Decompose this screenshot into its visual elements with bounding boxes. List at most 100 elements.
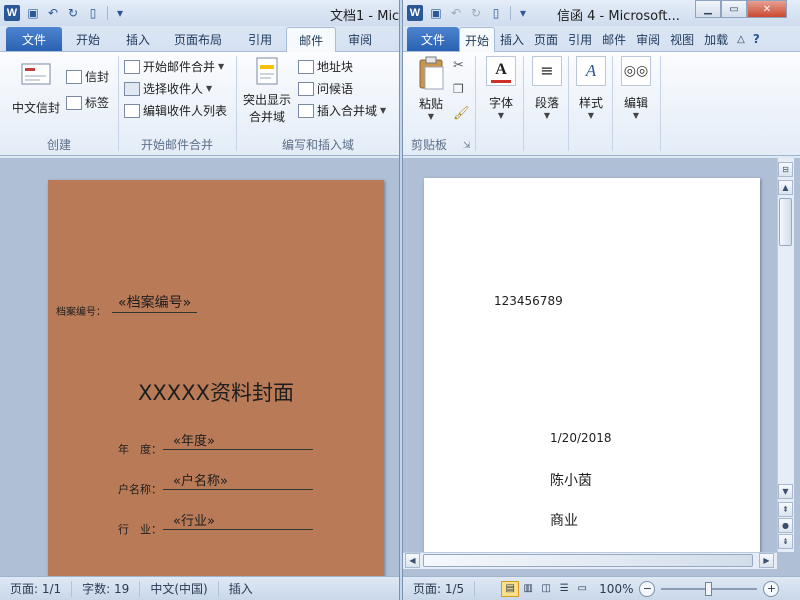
account-name-merge-field[interactable]: «户名称»	[163, 470, 313, 490]
new-doc-icon[interactable]: ▯	[487, 4, 505, 22]
customize-qat-icon[interactable]: ▾	[514, 4, 532, 22]
insert-mode-indicator[interactable]: 插入	[219, 581, 263, 597]
maximize-icon[interactable]: ▭	[721, 0, 747, 18]
right-word-window: W ▣ ↶ ↻ ▯ ▾ 信函 4 - Microsoft... ▁ ▭ ✕ 文件…	[402, 0, 800, 600]
copy-icon[interactable]: ❐	[453, 82, 464, 96]
word-logo-icon[interactable]: W	[407, 5, 423, 21]
cover-page[interactable]: 档案编号： «档案编号» XXXXX资料封面 年 度： «年度» 户名称： «户…	[48, 180, 384, 576]
tab-insert[interactable]: 插入	[114, 27, 162, 51]
tab-addins[interactable]: 加载	[699, 27, 733, 51]
minimize-icon[interactable]: ▁	[695, 0, 721, 18]
editing-button[interactable]: ◎◎ 编辑 ▼	[613, 56, 659, 120]
dialog-launcher-icon[interactable]: ⇲	[463, 141, 471, 151]
year-label: 年 度：	[118, 443, 162, 456]
font-button[interactable]: A 字体 ▼	[479, 56, 523, 120]
tab-insert[interactable]: 插入	[495, 27, 529, 51]
paste-button[interactable]: 粘贴 ▼	[411, 56, 451, 121]
divider	[660, 56, 661, 151]
outline-icon[interactable]: ☰	[555, 581, 573, 597]
divider	[107, 6, 108, 20]
tab-home[interactable]: 开始	[459, 27, 496, 52]
full-screen-reading-icon[interactable]: ▥	[519, 581, 537, 597]
select-recipients-button[interactable]: 选择收件人 ▼	[124, 80, 212, 97]
draft-icon[interactable]: ▭	[573, 581, 591, 597]
ribbon-tabs: 文件 开始 插入 页面 引用 邮件 审阅 视图 加载 △ ?	[403, 26, 800, 52]
tab-review[interactable]: 审阅	[631, 27, 665, 51]
new-doc-icon[interactable]: ▯	[84, 4, 102, 22]
zoom-out-icon[interactable]: −	[639, 580, 656, 597]
file-no-merge-field[interactable]: «档案编号»	[112, 292, 197, 313]
page-count[interactable]: 页面: 1/5	[403, 580, 476, 597]
document-area[interactable]: 123456789 1/20/2018 陈小茵 商业 ⊟ ▲ ▼ ⇞ ● ⇟ ◀…	[403, 158, 800, 576]
envelope-button[interactable]: 信封	[66, 68, 109, 85]
tab-page-layout[interactable]: 页面布局	[162, 27, 234, 51]
undo-icon[interactable]: ↶	[44, 4, 62, 22]
save-icon[interactable]: ▣	[24, 4, 42, 22]
tab-references[interactable]: 引用	[234, 27, 286, 51]
previous-page-icon[interactable]: ⇞	[778, 502, 793, 517]
greeting-line-button[interactable]: 问候语	[298, 80, 353, 97]
save-icon[interactable]: ▣	[427, 4, 445, 22]
zoom-level[interactable]: 100%	[599, 582, 633, 596]
ribbon-collapse-icon[interactable]: △	[733, 27, 749, 51]
h-scroll-thumb[interactable]	[423, 554, 753, 567]
tab-mailings[interactable]: 邮件	[286, 27, 337, 52]
zoom-slider-thumb[interactable]	[705, 581, 713, 596]
tab-mailings[interactable]: 邮件	[597, 27, 631, 51]
year-merge-field[interactable]: «年度»	[163, 430, 313, 450]
document-area[interactable]: 档案编号： «档案编号» XXXXX资料封面 年 度： «年度» 户名称： «户…	[0, 158, 399, 576]
language-indicator[interactable]: 中文(中国)	[140, 580, 219, 597]
group-label-create: 创建	[46, 138, 71, 152]
zoom-in-icon[interactable]: +	[763, 580, 780, 597]
redo-icon[interactable]: ↻	[64, 4, 82, 22]
industry-merge-field[interactable]: «行业»	[163, 510, 313, 530]
next-page-icon[interactable]: ⇟	[778, 534, 793, 549]
scroll-up-icon[interactable]: ▲	[778, 180, 793, 195]
insert-field-label: 插入合并域	[317, 104, 378, 118]
horizontal-scrollbar[interactable]: ◀ ▶	[403, 552, 777, 569]
account-name-value: 陈小茵	[550, 473, 592, 489]
page-count[interactable]: 页面: 1/1	[0, 580, 73, 597]
zoom-slider[interactable]	[661, 581, 758, 596]
redo-icon[interactable]: ↻	[467, 4, 485, 22]
industry-value: 商业	[550, 513, 578, 529]
cut-icon[interactable]: ✂	[453, 58, 464, 73]
status-bar: 页面: 1/5 ▤ ▥ ◫ ☰ ▭ 100% − +	[403, 576, 800, 600]
scroll-left-icon[interactable]: ◀	[405, 553, 420, 568]
tab-home[interactable]: 开始	[62, 27, 114, 51]
window-title: 信函 4 - Microsoft...	[557, 9, 680, 24]
labels-label: 标签	[85, 96, 110, 110]
tab-references[interactable]: 引用	[563, 27, 597, 51]
word-logo-icon[interactable]: W	[4, 5, 20, 21]
browse-object-icon[interactable]: ●	[778, 518, 793, 533]
chinese-envelope-button[interactable]: 中文信封	[10, 60, 62, 116]
web-layout-icon[interactable]: ◫	[537, 581, 555, 597]
styles-button[interactable]: A 样式 ▼	[569, 56, 613, 120]
ribbon-tabs: 文件 开始 插入 页面布局 引用 邮件 审阅	[0, 26, 399, 52]
print-layout-icon[interactable]: ▤	[501, 580, 520, 597]
vertical-scrollbar[interactable]: ⊟ ▲ ▼ ⇞ ● ⇟	[777, 158, 794, 552]
scroll-right-icon[interactable]: ▶	[759, 553, 774, 568]
tab-review[interactable]: 审阅	[336, 27, 384, 51]
edit-recipients-button[interactable]: 编辑收件人列表	[124, 102, 227, 119]
customize-qat-icon[interactable]: ▾	[111, 4, 129, 22]
undo-icon[interactable]: ↶	[447, 4, 465, 22]
address-block-button[interactable]: 地址块	[298, 58, 353, 75]
tab-page[interactable]: 页面	[529, 27, 563, 51]
tab-view[interactable]: 视图	[665, 27, 699, 51]
close-icon[interactable]: ✕	[747, 0, 787, 18]
highlight-merge-fields-button[interactable]: 突出显示 合并域	[240, 56, 294, 125]
help-icon[interactable]: ?	[749, 27, 764, 51]
insert-merge-field-button[interactable]: 插入合并域 ▼	[298, 102, 386, 119]
scroll-thumb[interactable]	[779, 198, 792, 246]
tab-file[interactable]: 文件	[407, 27, 460, 51]
ruler-toggle-icon[interactable]: ⊟	[778, 162, 793, 177]
labels-button[interactable]: 标签	[66, 94, 109, 111]
scroll-down-icon[interactable]: ▼	[778, 484, 793, 499]
start-mail-merge-button[interactable]: 开始邮件合并 ▼	[124, 58, 224, 75]
format-painter-icon[interactable]: 🖌	[453, 106, 470, 121]
tab-file[interactable]: 文件	[6, 27, 63, 51]
paragraph-button[interactable]: ≡ 段落 ▼	[525, 56, 569, 120]
letter-page[interactable]: 123456789 1/20/2018 陈小茵 商业	[424, 178, 760, 558]
word-count[interactable]: 字数: 19	[72, 580, 141, 597]
